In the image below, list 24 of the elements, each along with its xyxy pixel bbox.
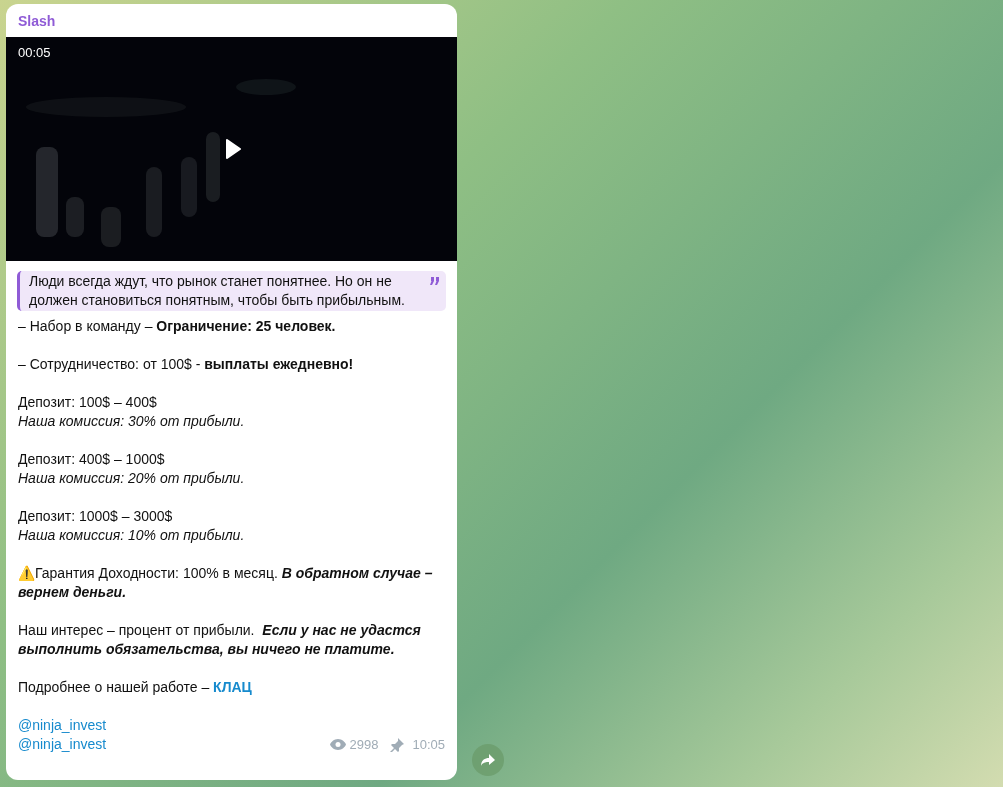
quote-icon — [430, 277, 440, 285]
eye-icon — [329, 739, 346, 750]
link[interactable]: КЛАЦ — [213, 679, 252, 695]
message-text: Депозит: 1000$ – 3000$ — [18, 507, 174, 526]
view-count: 2998 — [349, 736, 379, 754]
message-text: Наша комиссия: 20% от прибыли. — [18, 469, 246, 488]
message-text: Наша комиссия: 10% от прибыли. — [18, 526, 246, 545]
message-text: Подробнее о нашей работе – КЛАЦ — [18, 678, 253, 697]
message-text: Депозит: 400$ – 1000$ — [18, 450, 166, 469]
message-text: ⚠Гарантия Доходности: 100% в месяц. В обратном случае – вернем деньги. — [18, 564, 434, 602]
forward-button[interactable] — [472, 744, 504, 776]
sender-name[interactable]: Slash — [6, 4, 68, 37]
username-link[interactable]: @ninja_invest — [18, 735, 107, 754]
message-text: Наш интерес – процент от прибыли. Если у нас не удастся выполнить обязательства, вы ничего не платите. — [18, 621, 422, 659]
forward-icon — [480, 753, 496, 767]
message-text: Наша комиссия: 30% от прибыли. — [18, 412, 246, 431]
video-duration: 00:05 — [18, 45, 51, 61]
message-text: Депозит: 100$ – 400$ — [18, 393, 158, 412]
quote-text: Люди всегда ждут, что рынок станет понятнее. Но он не должен становиться понятным, чтобы быть прибыльным. — [29, 272, 406, 310]
message-text: – Набор в команду – Ограничение: 25 человек. — [18, 317, 337, 336]
message-text: – Сотрудничество: от 100$ - выплаты ежедневно! — [18, 355, 355, 374]
message-time: 10:05 — [412, 736, 445, 754]
username-link[interactable]: @ninja_invest — [18, 716, 107, 735]
play-icon[interactable] — [225, 139, 241, 159]
